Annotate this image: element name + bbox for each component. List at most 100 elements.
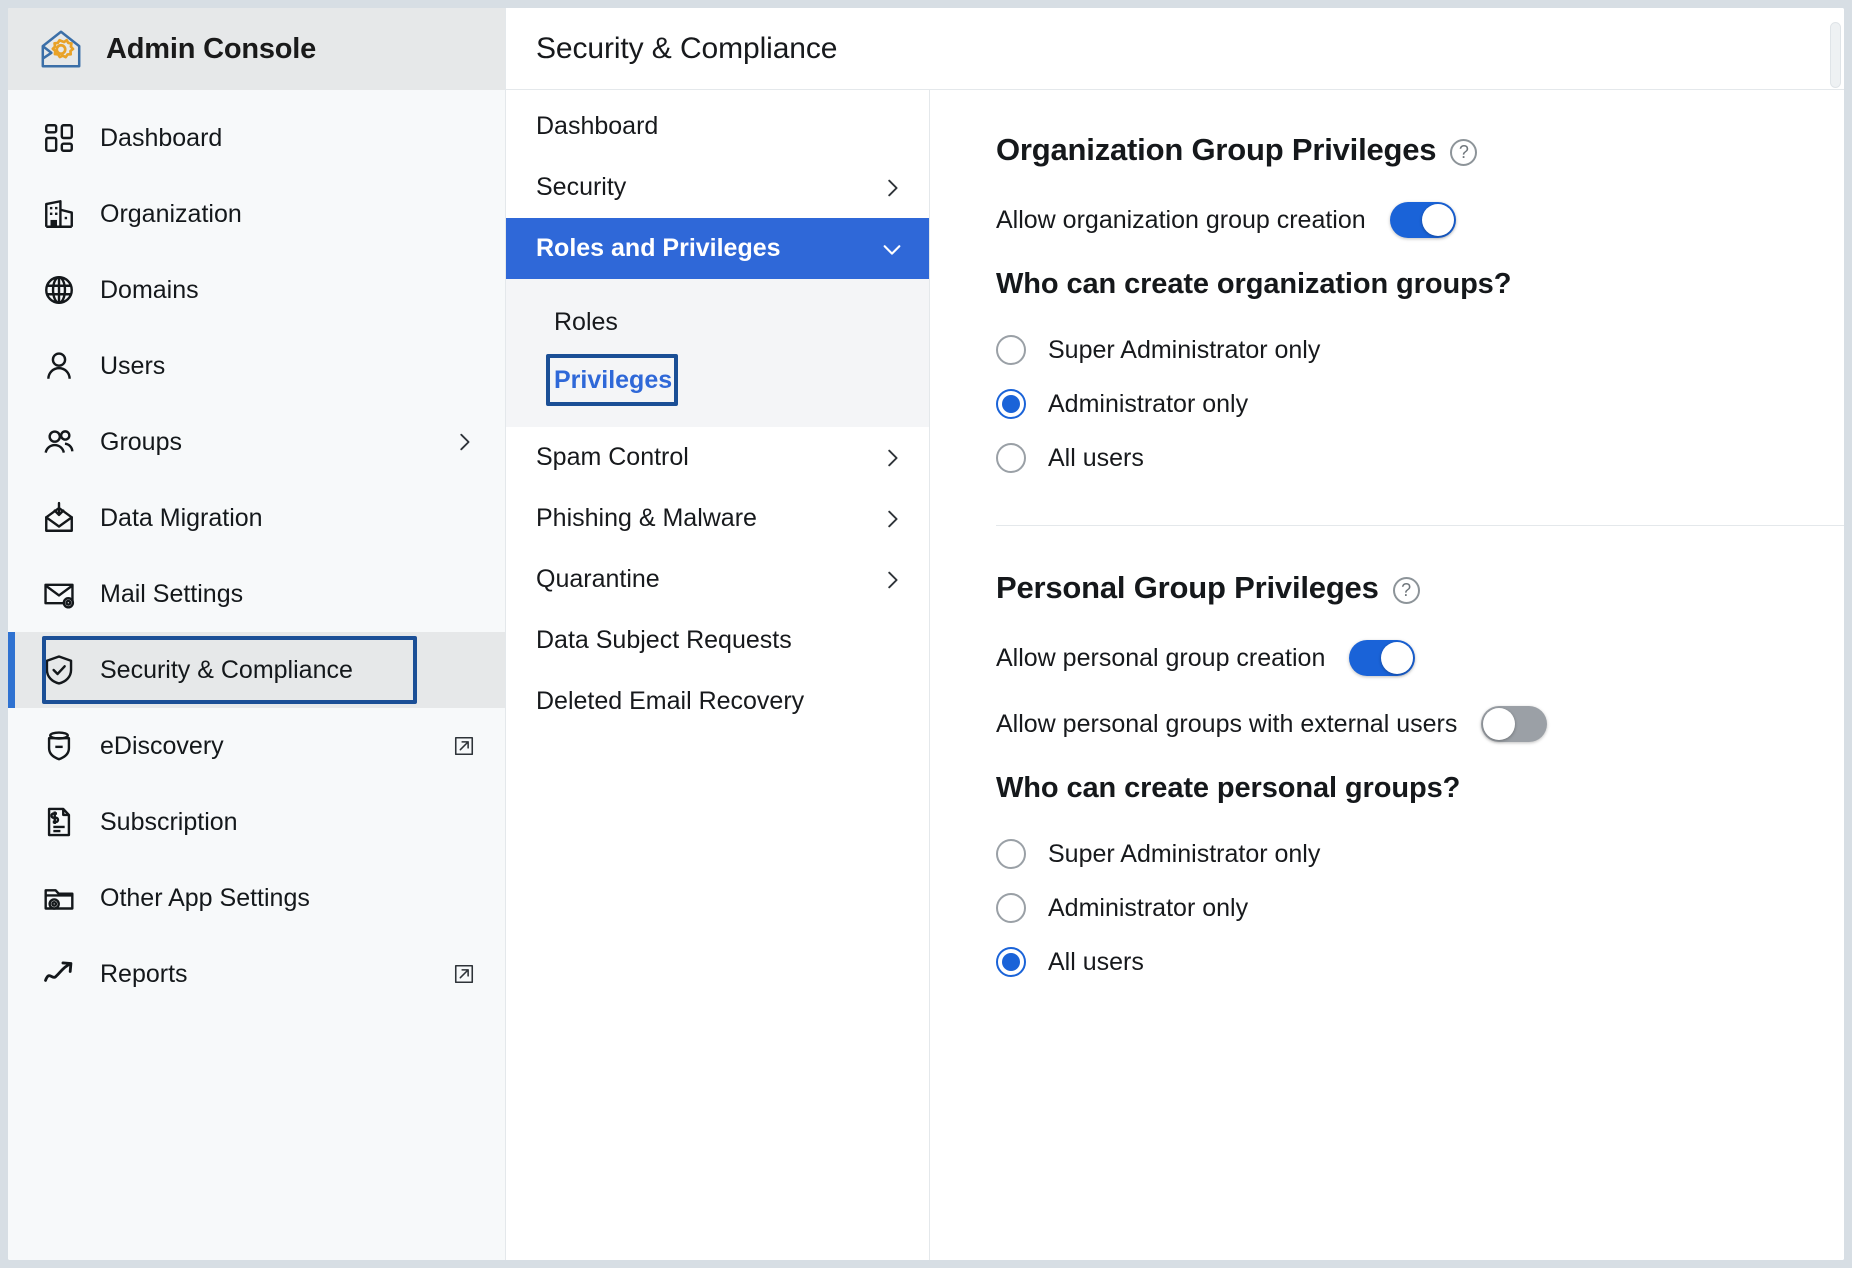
radio-button-selected[interactable]: [996, 389, 1026, 419]
radio-label: Administrator only: [1048, 893, 1249, 922]
radio-label: Super Administrator only: [1048, 335, 1321, 364]
org-option-super-administrator-only[interactable]: Super Administrator only: [996, 323, 1844, 377]
sidebar-item-domains[interactable]: Domains: [8, 252, 505, 328]
app-settings-icon: [44, 889, 74, 910]
subnav-subitem-roles[interactable]: Roles: [506, 293, 929, 351]
subnav-item-spam-control[interactable]: Spam Control: [506, 427, 929, 488]
toggle-label: Allow organization group creation: [996, 205, 1366, 234]
primary-sidebar: Admin Console Dashboard Organization Dom…: [8, 8, 506, 1260]
allow-personal-group-creation-row: Allow personal group creation: [996, 640, 1844, 676]
sidebar-item-reports[interactable]: Reports: [8, 936, 505, 1012]
subnav-submenu: Roles Privileges: [506, 279, 929, 427]
org-option-administrator-only[interactable]: Administrator only: [996, 377, 1844, 431]
question-mark-icon[interactable]: ?: [1392, 576, 1420, 604]
org-option-all-users[interactable]: All users: [996, 431, 1844, 485]
radio-label: Administrator only: [1048, 389, 1249, 418]
shield-check-icon: [45, 655, 73, 685]
sidebar-item-data-migration[interactable]: Data Migration: [8, 480, 505, 556]
sidebar-item-label: Mail Settings: [100, 579, 244, 608]
right-region: Security & Compliance Dashboard Security…: [506, 8, 1844, 1260]
sidebar-item-label: Groups: [100, 427, 182, 456]
allow-personal-group-creation-toggle[interactable]: [1349, 640, 1416, 676]
admin-console-window: Admin Console Dashboard Organization Dom…: [8, 8, 1844, 1260]
chevron-right-icon: [888, 179, 898, 196]
radio-label: All users: [1048, 443, 1144, 472]
page-title: Security & Compliance: [536, 31, 838, 65]
subnav-item-label: Quarantine: [536, 565, 660, 593]
section-divider: [996, 525, 1844, 526]
subnav-item-data-subject-requests[interactable]: Data Subject Requests: [506, 610, 929, 671]
sidebar-item-label: Users: [100, 351, 166, 380]
body-columns: Dashboard Security Roles and Privileges: [506, 22, 1844, 1260]
subnav-item-dashboard[interactable]: Dashboard: [506, 96, 929, 157]
toggle-knob: [1483, 708, 1516, 740]
sidebar-item-users[interactable]: Users: [8, 328, 505, 404]
brand-title: Admin Console: [106, 32, 317, 65]
radio-button[interactable]: [996, 443, 1026, 473]
sidebar-item-label: Security & Compliance: [100, 655, 353, 684]
sidebar-item-subscription[interactable]: Subscription: [8, 784, 505, 860]
section-title-text: Organization Group Privileges: [996, 132, 1437, 167]
subnav-subitem-label: Roles: [554, 307, 618, 336]
sidebar-item-label: Organization: [100, 199, 242, 228]
sidebar-item-label: Domains: [100, 275, 199, 304]
organization-group-privileges-heading: Organization Group Privileges ?: [996, 132, 1844, 168]
admin-console-logo-icon: [41, 30, 81, 68]
subnav-item-label: Data Subject Requests: [536, 626, 792, 654]
allow-personal-groups-external-users-row: Allow personal groups with external user…: [996, 706, 1844, 742]
ediscovery-icon: [47, 731, 71, 761]
sidebar-item-mail-settings[interactable]: Mail Settings: [8, 556, 505, 632]
chevron-right-icon: [888, 571, 898, 588]
subnav-item-phishing-and-malware[interactable]: Phishing & Malware: [506, 488, 929, 549]
radio-button[interactable]: [996, 839, 1026, 869]
subnav-subitem-privileges[interactable]: Privileges: [506, 351, 929, 409]
personal-option-administrator-only[interactable]: Administrator only: [996, 881, 1844, 935]
toggle-knob: [1421, 204, 1454, 236]
subnav-item-label: Phishing & Malware: [536, 504, 757, 532]
personal-option-super-administrator-only[interactable]: Super Administrator only: [996, 827, 1844, 881]
subnav-item-deleted-email-recovery[interactable]: Deleted Email Recovery: [506, 671, 929, 732]
subnav-subitem-label: Privileges: [554, 365, 673, 394]
question-mark-icon[interactable]: ?: [1450, 138, 1478, 166]
chevron-down-icon: [883, 244, 901, 255]
subnav-item-label: Spam Control: [536, 443, 689, 471]
sidebar-item-organization[interactable]: Organization: [8, 176, 505, 252]
external-link-icon: [454, 736, 474, 756]
radio-button[interactable]: [996, 335, 1026, 365]
allow-personal-groups-external-users-toggle[interactable]: [1481, 706, 1548, 742]
sidebar-item-dashboard[interactable]: Dashboard: [8, 100, 505, 176]
sidebar-item-label: eDiscovery: [100, 731, 224, 760]
external-link-icon: [454, 964, 474, 984]
sidebar-item-label: Subscription: [100, 807, 238, 836]
sidebar-item-ediscovery[interactable]: eDiscovery: [8, 708, 505, 784]
personal-option-all-users[interactable]: All users: [996, 935, 1844, 989]
user-icon: [47, 352, 71, 379]
sidebar-item-label: Dashboard: [100, 123, 223, 152]
subnav-item-label: Roles and Privileges: [536, 234, 781, 262]
dashboard-icon: [45, 124, 73, 152]
globe-icon: [45, 276, 73, 304]
secondary-sidebar: Dashboard Security Roles and Privileges: [506, 90, 930, 1260]
toggle-label: Allow personal group creation: [996, 643, 1326, 672]
sidebar-item-label: Data Migration: [100, 503, 263, 532]
subnav-item-label: Deleted Email Recovery: [536, 687, 805, 715]
sidebar-item-security-and-compliance[interactable]: Security & Compliance: [8, 632, 505, 708]
sidebar-item-label: Reports: [100, 959, 188, 988]
subscription-icon: [47, 807, 71, 837]
radio-button[interactable]: [996, 893, 1026, 923]
sidebar-item-other-app-settings[interactable]: Other App Settings: [8, 860, 505, 936]
radio-button-selected[interactable]: [996, 947, 1026, 977]
sidebar-item-label: Other App Settings: [100, 883, 310, 912]
personal-group-privileges-heading: Personal Group Privileges ?: [996, 570, 1844, 606]
allow-organization-group-creation-toggle[interactable]: [1389, 202, 1456, 238]
subnav-item-roles-and-privileges[interactable]: Roles and Privileges: [506, 218, 929, 279]
main-content: Organization Group Privileges ? Allow or…: [930, 90, 1844, 1260]
sidebar-item-groups[interactable]: Groups: [8, 404, 505, 480]
reports-trend-icon: [44, 961, 73, 982]
scrollbar-thumb[interactable]: [1830, 22, 1841, 88]
content-scrollbar[interactable]: [1828, 8, 1844, 1260]
subnav-item-quarantine[interactable]: Quarantine: [506, 549, 929, 610]
toggle-label: Allow personal groups with external user…: [996, 709, 1458, 738]
radio-label: All users: [1048, 947, 1144, 976]
subnav-item-security[interactable]: Security: [506, 157, 929, 218]
